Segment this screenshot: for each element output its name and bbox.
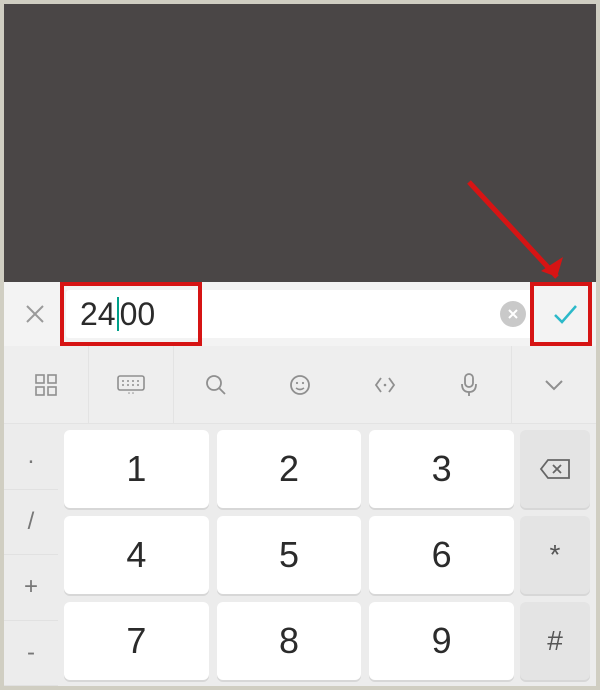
key-star[interactable]: *: [520, 516, 590, 594]
chevron-down-icon: [543, 378, 565, 392]
input-text-before: 24: [80, 296, 116, 333]
key-6[interactable]: 6: [369, 516, 514, 594]
input-bar: 24 00: [4, 282, 596, 346]
key-1[interactable]: 1: [64, 430, 209, 508]
app-background: [4, 4, 596, 282]
keyboard-toolbar: [4, 346, 596, 424]
symbol-column: . / + -: [4, 424, 58, 686]
check-icon: [550, 299, 580, 329]
close-icon: [23, 302, 47, 326]
toolbar-keyboard-button[interactable]: [89, 346, 174, 424]
close-button[interactable]: [4, 282, 66, 346]
key-plus[interactable]: +: [4, 555, 58, 621]
confirm-button[interactable]: [534, 282, 596, 346]
key-backspace[interactable]: [520, 430, 590, 508]
right-column: * #: [520, 424, 596, 686]
emoji-icon: [288, 373, 312, 397]
keyboard-icon: [117, 375, 145, 395]
screenshot-frame: 24 00: [0, 0, 600, 690]
key-hash[interactable]: #: [520, 602, 590, 680]
key-7[interactable]: 7: [64, 602, 209, 680]
text-caret: [117, 297, 119, 331]
toolbar-search-button[interactable]: [174, 346, 258, 424]
key-8[interactable]: 8: [217, 602, 362, 680]
key-2[interactable]: 2: [217, 430, 362, 508]
key-slash[interactable]: /: [4, 490, 58, 556]
toolbar-grid-button[interactable]: [4, 346, 89, 424]
key-3[interactable]: 3: [369, 430, 514, 508]
key-minus[interactable]: -: [4, 621, 58, 687]
input-text-after: 00: [120, 296, 156, 333]
number-pad: 1 2 3 4 5 6 7 8 9: [58, 424, 520, 686]
code-icon: [372, 373, 398, 397]
toolbar-emoji-button[interactable]: [258, 346, 342, 424]
key-5[interactable]: 5: [217, 516, 362, 594]
toolbar-voice-button[interactable]: [427, 346, 512, 424]
key-4[interactable]: 4: [64, 516, 209, 594]
key-dot[interactable]: .: [4, 424, 58, 490]
clear-input-button[interactable]: [500, 301, 526, 327]
key-9[interactable]: 9: [369, 602, 514, 680]
toolbar-clipboard-button[interactable]: [343, 346, 427, 424]
toolbar-collapse-button[interactable]: [512, 346, 596, 424]
search-icon: [204, 373, 228, 397]
backspace-icon: [539, 458, 571, 480]
clear-icon: [507, 308, 519, 320]
grid-icon: [34, 373, 58, 397]
numeric-keyboard: . / + - 1 2 3 4 5 6 7 8 9 * #: [4, 424, 596, 686]
time-input[interactable]: 24 00: [66, 290, 534, 338]
mic-icon: [458, 372, 480, 398]
